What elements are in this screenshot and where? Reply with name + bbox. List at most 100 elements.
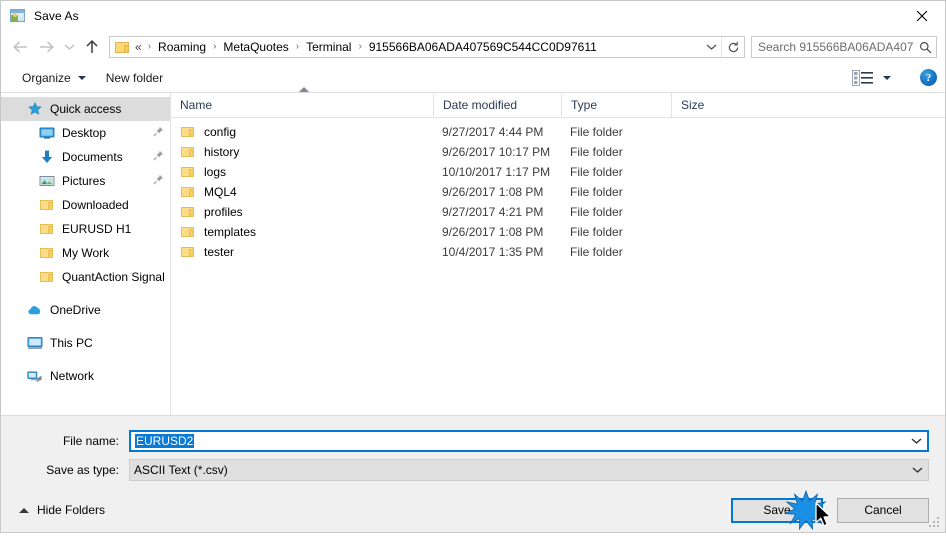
save-form: File name: EURUSD2 Save as type: ASCII T… — [1, 415, 945, 488]
cancel-button[interactable]: Cancel — [837, 497, 929, 523]
pin-icon[interactable] — [147, 126, 164, 140]
refresh-icon — [728, 41, 738, 52]
navigation-bar: « › Roaming › MetaQuotes › Terminal › 91… — [1, 31, 945, 63]
save-as-type-dropdown-button[interactable] — [906, 466, 928, 474]
table-row[interactable]: logs 10/10/2017 1:17 PM File folder — [171, 162, 945, 182]
sidebar-item-desktop[interactable]: Desktop — [1, 121, 170, 145]
file-type-cell: File folder — [570, 125, 623, 139]
file-name-row: File name: EURUSD2 — [17, 430, 929, 452]
table-row[interactable]: templates 9/26/2017 1:08 PM File folder — [171, 222, 945, 242]
sidebar-item-eurusd-h1[interactable]: EURUSD H1 — [1, 217, 170, 241]
file-date-cell: 9/27/2017 4:44 PM — [442, 125, 544, 139]
file-type-cell: File folder — [570, 165, 623, 179]
breadcrumb: « › Roaming › MetaQuotes › Terminal › 91… — [135, 40, 701, 54]
dialog-footer: Hide Folders Save Cancel — [1, 488, 945, 532]
new-folder-button[interactable]: New folder — [99, 68, 170, 88]
chevron-down-icon — [883, 75, 891, 80]
new-folder-label: New folder — [105, 70, 164, 85]
save-as-type-select[interactable]: ASCII Text (*.csv) — [129, 459, 929, 481]
column-header-size[interactable]: Size — [671, 93, 751, 117]
resize-grip[interactable] — [929, 517, 941, 529]
file-name-cell: history — [171, 144, 433, 160]
breadcrumb-separator: › — [358, 41, 362, 52]
sidebar-item-my-work[interactable]: My Work — [1, 241, 170, 265]
breadcrumb-item-metaquotes[interactable]: MetaQuotes — [220, 40, 291, 54]
save-button[interactable]: Save — [731, 497, 823, 523]
toolbar: Organize New folder ? — [1, 63, 945, 93]
column-header-name[interactable]: Name — [171, 87, 433, 117]
sidebar-item-documents[interactable]: Documents — [1, 145, 170, 169]
file-name-selection: EURUSD2 — [135, 434, 195, 448]
sidebar-item-downloaded[interactable]: Downloaded — [1, 193, 170, 217]
view-mode-button[interactable] — [845, 67, 898, 89]
folder-icon — [39, 221, 55, 237]
table-row[interactable]: tester 10/4/2017 1:35 PM File folder — [171, 242, 945, 262]
search-input[interactable]: Search 915566BA06ADA40756... — [752, 40, 914, 54]
star-icon — [27, 101, 43, 117]
breadcrumb-item-roaming[interactable]: Roaming — [155, 40, 209, 54]
column-header-type[interactable]: Type — [561, 93, 671, 117]
sidebar-item-label: EURUSD H1 — [62, 222, 132, 236]
back-button[interactable] — [7, 35, 33, 59]
sidebar-item-label: QuantAction Signal — [62, 270, 164, 284]
pin-icon[interactable] — [147, 174, 164, 188]
file-name-label: config — [204, 125, 237, 139]
file-name-cell: profiles — [171, 204, 433, 220]
breadcrumb-item-terminal[interactable]: Terminal — [303, 40, 354, 54]
sidebar-item-network[interactable]: Network — [1, 364, 170, 388]
file-name-label: templates — [204, 225, 257, 239]
breadcrumb-separator: › — [147, 41, 152, 52]
refresh-button[interactable] — [721, 37, 744, 57]
column-header-label: Name — [180, 98, 213, 112]
sidebar-item-quick-access[interactable]: Quick access — [1, 97, 170, 121]
file-name-dropdown-button[interactable] — [905, 437, 927, 445]
chevron-down-icon — [912, 467, 922, 473]
dialog-body: Quick access Desktop Documents Pictures … — [1, 87, 945, 415]
column-header-label: Size — [681, 98, 705, 112]
column-header-date-modified[interactable]: Date modified — [433, 93, 561, 117]
folder-icon — [180, 184, 196, 200]
breadcrumb-item-terminal-id[interactable]: 915566BA06ADA407569C544CC0D97611 — [366, 40, 600, 54]
recent-locations-button[interactable] — [59, 35, 79, 59]
sidebar-item-quantaction-signal[interactable]: QuantAction Signal — [1, 265, 170, 289]
file-name-cell: config — [171, 124, 433, 140]
search-box[interactable]: Search 915566BA06ADA40756... — [751, 36, 937, 58]
help-button[interactable]: ? — [920, 69, 937, 86]
file-name-label: history — [204, 145, 240, 159]
file-date-cell: 9/26/2017 1:08 PM — [442, 225, 544, 239]
save-as-type-row: Save as type: ASCII Text (*.csv) — [17, 459, 929, 481]
pin-icon[interactable] — [147, 150, 164, 164]
folder-icon — [180, 144, 196, 160]
column-headers: Name Date modified Type Size — [171, 87, 945, 118]
table-row[interactable]: config 9/27/2017 4:44 PM File folder — [171, 122, 945, 142]
address-dropdown-button[interactable] — [701, 37, 721, 57]
file-rows: config 9/27/2017 4:44 PM File folder his… — [171, 118, 945, 415]
hide-folders-button[interactable]: Hide Folders — [11, 499, 111, 521]
file-name-input[interactable]: EURUSD2 — [129, 430, 929, 452]
table-row[interactable]: MQL4 9/26/2017 1:08 PM File folder — [171, 182, 945, 202]
address-bar[interactable]: « › Roaming › MetaQuotes › Terminal › 91… — [109, 36, 745, 58]
folder-icon — [39, 269, 55, 285]
breadcrumb-separator: › — [213, 41, 217, 52]
sidebar-item-label: OneDrive — [50, 303, 101, 317]
breadcrumb-separator: › — [295, 41, 300, 52]
up-button[interactable] — [79, 35, 105, 59]
sidebar-item-onedrive[interactable]: OneDrive — [1, 298, 170, 322]
close-button[interactable] — [899, 1, 945, 31]
file-name-value[interactable]: EURUSD2 — [131, 434, 905, 448]
sidebar-item-label: Downloaded — [62, 198, 129, 212]
table-row[interactable]: history 9/26/2017 10:17 PM File folder — [171, 142, 945, 162]
sidebar-item-this-pc[interactable]: This PC — [1, 331, 170, 355]
save-as-type-value: ASCII Text (*.csv) — [134, 463, 228, 477]
file-type-cell: File folder — [570, 145, 623, 159]
file-date-cell: 9/27/2017 4:21 PM — [442, 205, 544, 219]
navigation-pane: Quick access Desktop Documents Pictures … — [1, 93, 171, 415]
forward-button[interactable] — [33, 35, 59, 59]
table-row[interactable]: profiles 9/27/2017 4:21 PM File folder — [171, 202, 945, 222]
sort-ascending-icon — [299, 87, 309, 92]
breadcrumb-overflow[interactable]: « — [135, 40, 144, 54]
organize-button[interactable]: Organize — [15, 68, 93, 88]
file-name-cell: MQL4 — [171, 184, 433, 200]
sidebar-item-pictures[interactable]: Pictures — [1, 169, 170, 193]
